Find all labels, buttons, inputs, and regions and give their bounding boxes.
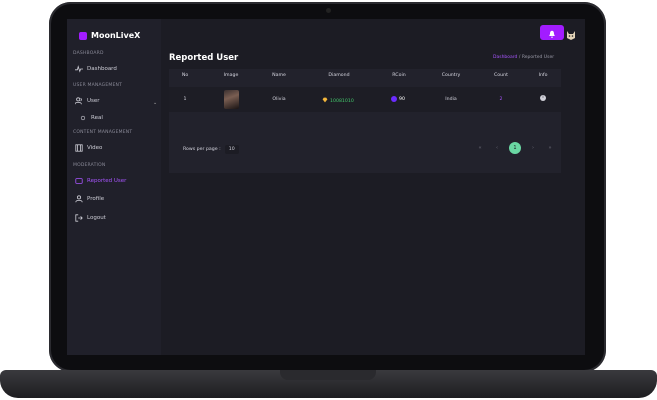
table-row[interactable]: 1 Olivia 10081010 90 India 2 i [169,87,561,112]
breadcrumb: Dashboard / Reported User [493,55,554,60]
rcoin-value: 90 [399,96,405,102]
cell-diamond: 10081010 [322,97,354,105]
circle-icon [79,114,87,122]
sidebar-item-user[interactable]: User [75,97,100,105]
sidebar-section-user-management: USER MANAGEMENT [73,83,123,88]
sidebar-section-content-management: CONTENT MANAGEMENT [73,130,133,135]
flag-icon [75,177,83,185]
laptop-base [0,370,657,398]
cell-name: Olivia [272,97,286,102]
sidebar-item-video[interactable]: Video [75,144,102,152]
cell-country: India [445,97,457,102]
column-header: Name [272,73,286,78]
sidebar-item-label: Profile [87,196,105,202]
person-icon [75,195,83,203]
sidebar-item-real[interactable]: Real [79,114,103,122]
column-header: Info [538,73,548,78]
bell-icon [548,23,556,42]
chevron-down-icon[interactable]: ⌄ [153,100,157,106]
breadcrumb-current: Reported User [521,55,555,60]
column-header: RCoin [392,73,406,78]
breadcrumb-separator: / [518,55,521,60]
column-header: Count [494,73,508,78]
cell-no: 1 [183,97,187,102]
info-icon[interactable]: i [540,95,546,101]
brand-name: MoonLiveX [91,31,141,40]
sidebar-item-label: Video [87,145,103,151]
sidebar-item-profile[interactable]: Profile [75,195,104,203]
sidebar-item-label: Logout [87,215,106,221]
activity-icon [75,65,83,73]
column-header: Diamond [328,73,350,78]
column-header: Image [223,73,239,78]
table-footer: Rows per page : 10 « ‹ 1 › » [169,129,561,173]
avatar-icon[interactable] [565,26,577,40]
film-icon [75,144,83,152]
next-page-icon[interactable]: › [528,143,538,153]
sidebar-item-dashboard[interactable]: Dashboard [75,65,117,73]
cell-rcoin: 90 [391,96,405,102]
pagination: « ‹ 1 › » [475,142,555,154]
app-screen: MoonLiveX DASHBOARD Dashboard USER MANAG… [67,19,585,355]
diamond-icon [322,97,328,105]
sidebar-section-moderation: MODERATION [73,163,106,168]
laptop-notch [280,370,376,380]
rcoin-icon [391,96,397,102]
column-header: No [181,73,189,78]
breadcrumb-link-dashboard[interactable]: Dashboard [493,55,517,60]
prev-page-icon[interactable]: ‹ [492,143,502,153]
rows-per-page: Rows per page : 10 [183,145,239,154]
sidebar-item-label: Reported User [87,178,127,184]
sidebar-item-label: Dashboard [87,66,117,72]
page-button-current[interactable]: 1 [509,142,521,154]
user-image[interactable] [224,90,239,109]
rows-per-page-label: Rows per page : [183,147,221,152]
sidebar: MoonLiveX DASHBOARD Dashboard USER MANAG… [67,19,161,355]
last-page-icon[interactable]: » [545,143,555,153]
users-icon [75,97,83,105]
camera-dot [326,8,331,13]
brand[interactable]: MoonLiveX [79,31,140,40]
cell-count[interactable]: 2 [500,97,503,102]
sidebar-item-label: User [87,98,100,104]
logout-icon [75,214,83,222]
sidebar-item-label: Real [91,115,103,121]
sidebar-section-dashboard: DASHBOARD [73,51,104,56]
page-title: Reported User [169,53,239,63]
notification-button[interactable] [540,25,564,40]
brand-logo-icon [79,31,87,40]
table-header: No Image Name Diamond RCoin Country Coun… [169,69,561,83]
reported-users-card: No Image Name Diamond RCoin Country Coun… [169,69,561,173]
first-page-icon[interactable]: « [475,143,485,153]
sidebar-item-logout[interactable]: Logout [75,214,106,222]
column-header: Country [441,73,461,78]
sidebar-item-reported-user[interactable]: Reported User [75,177,126,185]
rows-per-page-select[interactable]: 10 [224,145,239,154]
diamond-value: 10081010 [330,98,354,104]
